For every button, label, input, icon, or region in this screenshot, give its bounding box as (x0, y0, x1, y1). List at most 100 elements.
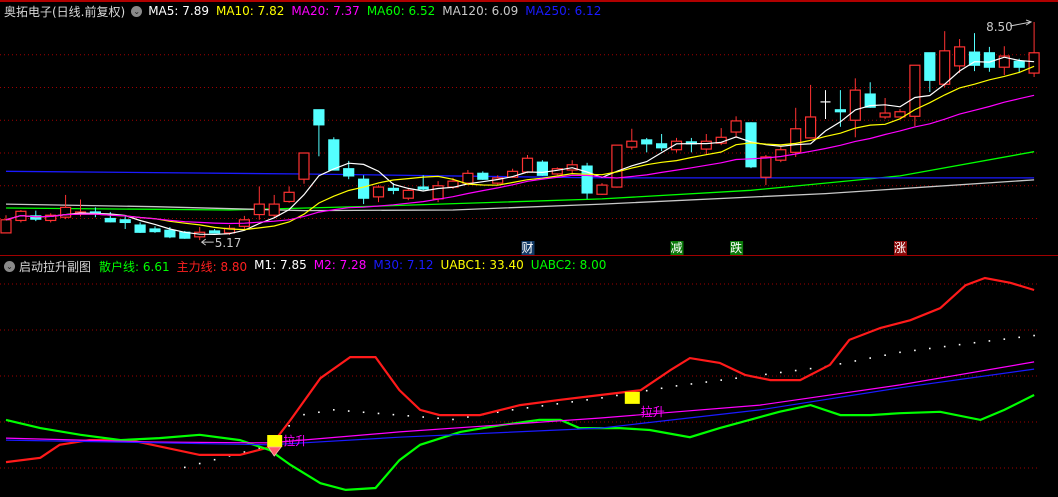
m1-dot (1003, 338, 1006, 340)
candle-body (372, 186, 385, 198)
m1-dot (884, 354, 886, 356)
m1-dot (288, 425, 290, 427)
indicator-number: 8.00 (579, 257, 607, 272)
sub-line-散户线 (5, 394, 1035, 492)
candle-body (149, 228, 161, 233)
m1-dot (765, 373, 767, 376)
indicator-value-m1: M1: 7.85 (254, 258, 307, 275)
indicator-value-ma60: MA60: 6.52 (367, 4, 435, 18)
indicator-number: 7.82 (257, 4, 285, 18)
signal-marker-bg (670, 241, 684, 255)
m1-dot (854, 360, 857, 362)
m1-dot (735, 377, 737, 380)
indicator-label: UABC2: (530, 257, 580, 272)
m1-dot (645, 389, 648, 392)
m1-dot (482, 413, 484, 416)
m1-dot (198, 462, 201, 465)
m1-dot (988, 340, 991, 342)
candle-body (745, 122, 757, 168)
indicator-number: 6.12 (574, 4, 602, 18)
indicator-title: 启动拉升副图 (19, 259, 92, 274)
m1-dot (1033, 334, 1035, 337)
candle-body (432, 185, 444, 200)
m1-dot (347, 410, 350, 412)
candle-body (209, 230, 221, 234)
indicator-value-ma5: MA5: 7.89 (148, 4, 209, 18)
m1-dot (750, 375, 752, 378)
m1-dot (228, 455, 231, 457)
candle-body (730, 120, 742, 133)
candle-body (566, 164, 578, 171)
m1-dot (809, 367, 812, 370)
launch-signal-text: 拉升 (283, 433, 307, 448)
m1-dot (705, 381, 708, 383)
indicator-number: 7.37 (333, 4, 360, 18)
signal-marker-text: 财 (521, 241, 533, 255)
candle-body (834, 109, 847, 113)
candle-body (462, 172, 474, 184)
diamond-gem-icon (267, 446, 283, 457)
m1-dot (824, 365, 827, 368)
candle-body (387, 187, 399, 191)
candle-body (864, 93, 876, 108)
indicator-label: MA250: (525, 4, 575, 18)
m1-dot (943, 345, 946, 348)
indicator-value-ma120: MA120: 6.09 (442, 4, 518, 18)
indicator-number: 6.09 (491, 4, 519, 18)
m1-dot (258, 447, 261, 450)
m1-dot (899, 351, 901, 354)
candle-body (760, 156, 772, 178)
m1-dot (616, 394, 618, 397)
m1-dot (467, 416, 469, 418)
chevron-down-icon[interactable]: ⌄ (4, 260, 15, 272)
m1-dot (452, 418, 454, 421)
signal-marker-bg (894, 241, 907, 255)
indicator-label: UABC1: (440, 257, 490, 272)
candle-body (507, 170, 519, 178)
indicator-number: 7.89 (182, 4, 209, 18)
candle-body (417, 186, 429, 190)
indicator-value-散户线: 散户线: 6.61 (99, 258, 170, 275)
m1-dot (929, 347, 931, 350)
candle-body (492, 177, 504, 184)
indicator-value-ma10: MA10: 7.82 (216, 4, 284, 18)
indicator-value-m30: M30: 7.12 (373, 258, 433, 275)
candle-body (1028, 52, 1040, 74)
low-price-label: 5.17 (215, 236, 242, 250)
m1-dot (586, 399, 588, 401)
candle-body (655, 143, 668, 149)
chevron-down-icon[interactable]: ⌄ (131, 5, 143, 17)
m1-dot (362, 411, 365, 414)
m1-dot (780, 371, 782, 374)
candle-body (268, 203, 280, 216)
m1-dot (422, 416, 424, 418)
launch-marker-square (624, 391, 640, 404)
indicator-label: M1: (254, 257, 281, 272)
ma-line-ma60 (5, 151, 1035, 211)
m1-dot (243, 451, 246, 453)
m1-dot (333, 409, 335, 411)
candle-body (626, 140, 638, 148)
indicator-value-uabc1: UABC1: 33.40 (441, 258, 524, 275)
candle-body (119, 219, 131, 224)
candle-body (790, 128, 802, 153)
candle-body (775, 149, 787, 161)
candle-body (1013, 60, 1025, 68)
m1-dot (184, 466, 186, 469)
m1-dot (839, 363, 842, 365)
m1-dot (511, 409, 514, 411)
indicator-number: 7.85 (280, 257, 307, 272)
indicator-label: 散户线: (99, 259, 143, 274)
candle-body (447, 180, 459, 188)
indicator-label: MA60: (366, 4, 409, 18)
m1-dot (631, 392, 633, 394)
candle-body (551, 168, 563, 175)
candle-body (641, 139, 653, 145)
candle-body (581, 165, 593, 194)
candle-body (15, 210, 27, 222)
main-chart-header: 奥拓电子(日线.前复权) ⌄ MA5: 7.89 MA10: 7.82 MA20: … (0, 2, 608, 20)
indicator-value-ma250: MA250: 6.12 (525, 4, 601, 18)
m1-dot (541, 405, 544, 407)
candle-body (343, 168, 355, 177)
candle-body (358, 178, 370, 199)
